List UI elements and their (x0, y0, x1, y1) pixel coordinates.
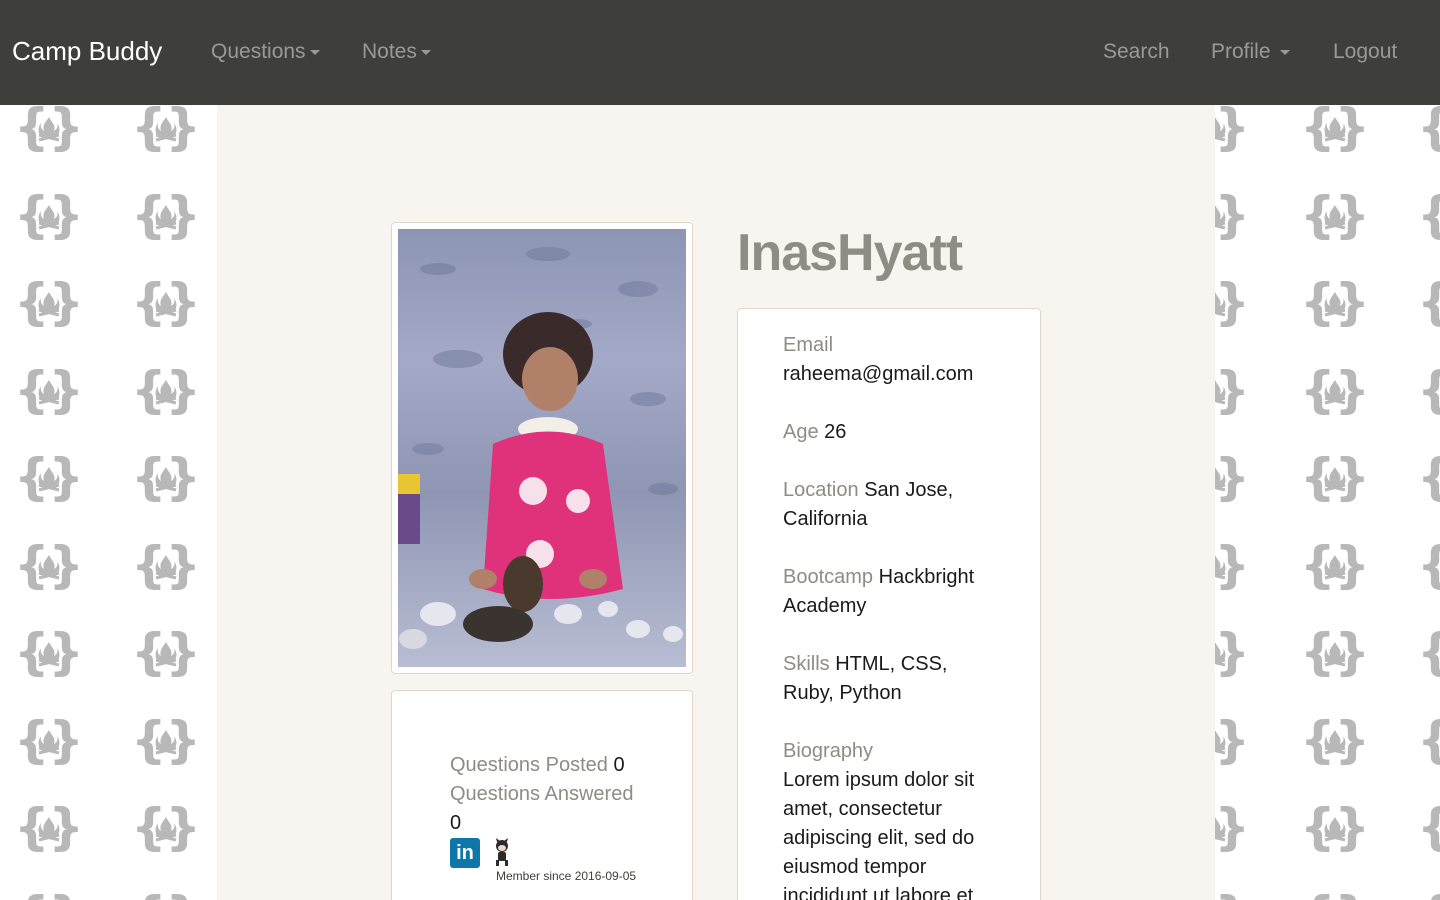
campfire-logo-icon: {} (1417, 276, 1440, 330)
campfire-logo-icon: {} (14, 360, 84, 419)
search-label: Search (1103, 40, 1170, 63)
age-label: Age (783, 421, 819, 443)
campfire-logo-icon: {} (1300, 273, 1370, 331)
campfire-logo-icon: {} (131, 798, 201, 856)
questions-answered-value: 0 (450, 812, 462, 834)
email-block: Email raheema@gmail.com (783, 331, 998, 389)
campfire-logo-icon: {} (14, 710, 84, 769)
campfire-logo-icon: {} (1300, 889, 1370, 900)
questions-posted-label: Questions Posted (450, 754, 608, 776)
member-since-text: Member since 2016-09-05 (496, 869, 637, 883)
campfire-logo-icon: {} (1300, 535, 1370, 594)
logout-label: Logout (1333, 40, 1398, 63)
campfire-logo-icon: {} (131, 623, 201, 681)
campfire-logo-icon: {} (131, 185, 201, 244)
campfire-logo-icon: {} (1300, 360, 1370, 419)
logout-link[interactable]: Logout (1333, 40, 1397, 64)
campfire-logo-icon: {} (1300, 185, 1370, 244)
photo-illustration (398, 247, 683, 649)
bootcamp-label: Bootcamp (783, 566, 874, 588)
caret-down-icon (420, 49, 431, 55)
main-content: Questions Posted 0 Questions Answered 0 … (217, 105, 1215, 900)
questions-posted-value: 0 (613, 754, 625, 776)
profile-username: InasHyatt (737, 224, 963, 282)
campfire-logo-icon: {} (14, 623, 84, 681)
biography-block: Biography Lorem ipsum dolor sit amet, co… (783, 737, 998, 900)
campfire-logo-icon: {} (1300, 98, 1370, 156)
campfire-logo-icon: {} (14, 535, 84, 594)
biography-label: Biography (783, 740, 874, 762)
campfire-logo-icon: {} (14, 798, 84, 856)
location-block: Location San Jose, California (783, 476, 998, 534)
campfire-logo-icon: {} (1417, 101, 1440, 155)
notes-label: Notes (362, 40, 417, 63)
campfire-logo-icon: {} (131, 360, 201, 419)
profile-label: Profile (1211, 40, 1271, 63)
campfire-logo-icon: {} (1300, 710, 1370, 769)
campfire-logo-icon: {} (14, 273, 84, 331)
skills-label: Skills (783, 653, 830, 675)
questions-dropdown[interactable]: Questions (211, 40, 320, 64)
location-label: Location (783, 479, 859, 501)
email-label: Email (783, 334, 834, 356)
campfire-logo-icon: {} (1417, 539, 1440, 593)
campfire-logo-icon: {} (14, 448, 84, 506)
search-link[interactable]: Search (1103, 40, 1170, 64)
campfire-logo-icon: {} (1417, 801, 1440, 855)
campfire-logo-icon: {} (131, 710, 201, 769)
skills-block: Skills HTML, CSS, Ruby, Python (783, 650, 998, 708)
profile-photo (398, 229, 686, 667)
linkedin-icon[interactable]: in (450, 838, 480, 868)
campfire-logo-icon: {} (1417, 451, 1440, 505)
questions-label: Questions (211, 40, 306, 63)
campfire-logo-icon: {} (1417, 626, 1440, 680)
campfire-logo-icon: {} (131, 889, 201, 900)
caret-down-icon (1280, 49, 1291, 55)
age-block: Age 26 (783, 418, 998, 447)
campfire-logo-icon: {} (1300, 623, 1370, 681)
questions-answered-label: Questions Answered (450, 783, 634, 805)
campfire-logo-icon: {} (14, 889, 84, 900)
top-navbar: Camp Buddy Questions Notes Search Profil… (0, 0, 1440, 105)
biography-value: Lorem ipsum dolor sit amet, consectetur … (783, 769, 975, 900)
campfire-logo-icon: {} (1417, 714, 1440, 768)
age-value: 26 (824, 421, 847, 443)
campfire-logo-icon: {} (1417, 364, 1440, 418)
campfire-logo-icon: {} (1300, 798, 1370, 856)
campfire-logo-icon: {} (131, 535, 201, 594)
notes-dropdown[interactable]: Notes (362, 40, 431, 64)
campfire-logo-icon: {} (14, 98, 84, 156)
campfire-logo-icon: {} (131, 273, 201, 331)
brand-link[interactable]: Camp Buddy (12, 36, 162, 67)
campfire-logo-icon: {} (1417, 189, 1440, 243)
campfire-logo-icon: {} (1417, 889, 1440, 900)
github-octocat-icon[interactable] (490, 838, 514, 868)
stats-body: Questions Posted 0 Questions Answered 0 (450, 751, 650, 838)
profile-dropdown[interactable]: Profile (1211, 40, 1291, 64)
campfire-logo-icon: {} (131, 448, 201, 506)
campfire-logo-icon: {} (14, 185, 84, 244)
email-value: raheema@gmail.com (783, 363, 974, 385)
social-links: in (450, 838, 514, 868)
bootcamp-block: Bootcamp Hackbright Academy (783, 563, 998, 621)
profile-info-card: Email raheema@gmail.com Age 26 Location … (737, 308, 1041, 900)
profile-photo-card (391, 222, 693, 674)
stats-card: Questions Posted 0 Questions Answered 0 … (391, 690, 693, 900)
caret-down-icon (309, 49, 320, 55)
campfire-logo-icon: {} (131, 98, 201, 156)
campfire-logo-icon: {} (1300, 448, 1370, 506)
